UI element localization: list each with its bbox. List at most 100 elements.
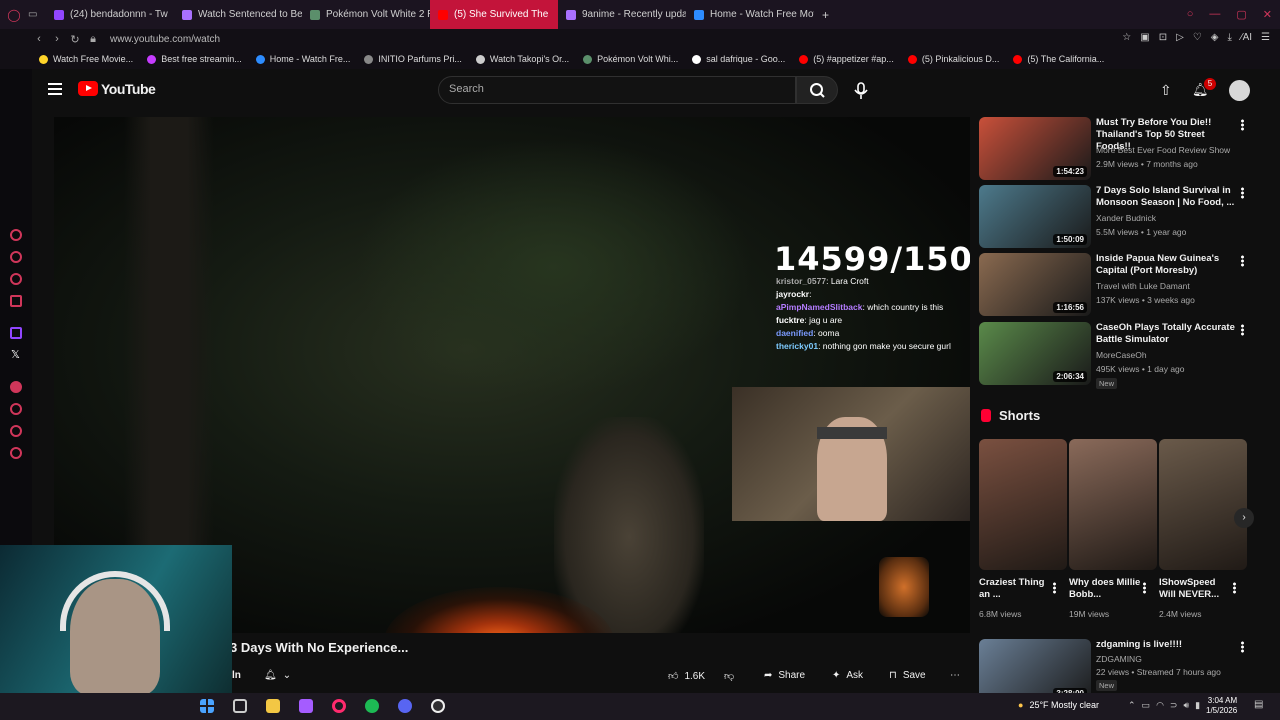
- hamburger-menu-icon[interactable]: [48, 83, 62, 95]
- maximize-button[interactable]: ▢: [1236, 8, 1246, 21]
- short-thumbnail[interactable]: [1069, 439, 1157, 570]
- bookmark-item[interactable]: Home - Watch Fre...: [251, 54, 356, 64]
- video-title[interactable]: Inside Papua New Guinea's Capital (Port …: [1096, 253, 1236, 277]
- browser-tab[interactable]: Pokémon Volt White 2 Re: [302, 0, 430, 29]
- channel-name[interactable]: Travel with Luke Damant: [1096, 281, 1190, 291]
- video-thumbnail[interactable]: 2:06:34: [979, 322, 1091, 385]
- share-button[interactable]: ➦ Share: [764, 670, 805, 681]
- microphone-icon[interactable]: ⊃: [1170, 700, 1178, 711]
- close-button[interactable]: ✕: [1263, 8, 1272, 21]
- more-options-icon[interactable]: [1241, 187, 1244, 199]
- sidebar-spotify-icon[interactable]: [10, 381, 22, 393]
- youtube-logo-text[interactable]: YouTube: [101, 81, 156, 97]
- suggested-video[interactable]: 2:06:34 CaseOh Plays Totally Accurate Bat…: [979, 322, 1259, 389]
- system-clock[interactable]: 3:04 AM 1/5/2026: [1206, 696, 1237, 716]
- download-icon[interactable]: ⤓: [1227, 32, 1231, 43]
- more-actions-icon[interactable]: ⋯: [950, 670, 960, 681]
- sidebar-mail-icon[interactable]: [10, 295, 22, 307]
- bookmark-item[interactable]: sal dafrique - Goo...: [687, 54, 790, 64]
- channel-name[interactable]: ZDGAMING: [1096, 654, 1142, 664]
- search-button[interactable]: [796, 76, 838, 104]
- forward-button[interactable]: ›: [48, 33, 66, 45]
- short-thumbnail[interactable]: [979, 439, 1067, 570]
- suggested-video[interactable]: 3:28:00 zdgaming is live!!!! ZDGAMING 22 vi…: [979, 639, 1259, 693]
- save-button[interactable]: ⊓ Save: [889, 670, 926, 681]
- voice-search-button[interactable]: [850, 82, 872, 100]
- sidebar-pin-icon[interactable]: [10, 229, 22, 241]
- upload-icon[interactable]: ⇧: [1160, 82, 1172, 99]
- short-title[interactable]: IShowSpeed Will NEVER...: [1159, 577, 1233, 601]
- sidebar-x-icon[interactable]: 𝕏: [11, 348, 20, 361]
- video-thumbnail[interactable]: 1:50:09: [979, 185, 1091, 248]
- menu-icon[interactable]: ☰: [1261, 32, 1270, 43]
- obs-icon[interactable]: [431, 699, 445, 713]
- ask-button[interactable]: ✦ Ask: [832, 670, 863, 681]
- spotify-icon[interactable]: [365, 699, 379, 713]
- video-thumbnail[interactable]: 1:54:23: [979, 117, 1091, 180]
- short-thumbnail[interactable]: [1159, 439, 1247, 570]
- channel-name-fragment[interactable]: ln: [232, 670, 241, 681]
- browser-tab[interactable]: Watch Sentenced to Be a: [174, 0, 302, 29]
- more-options-icon[interactable]: [1241, 641, 1244, 653]
- file-explorer-icon[interactable]: [266, 699, 280, 713]
- battery-icon[interactable]: ▮: [1195, 700, 1200, 711]
- bookmark-item[interactable]: Watch Free Movie...: [34, 54, 138, 64]
- screenshot-icon[interactable]: ⊡: [1159, 32, 1167, 43]
- ai-icon[interactable]: ⁄AI: [1241, 32, 1252, 43]
- bookmark-item[interactable]: (5) #appetizer #ap...: [794, 54, 899, 64]
- bookmark-icon[interactable]: ☆: [1122, 32, 1131, 43]
- chevron-right-icon[interactable]: ›: [1234, 508, 1254, 528]
- reload-button[interactable]: ↻: [66, 33, 84, 46]
- suggested-video[interactable]: 1:54:23 Must Try Before You Die!! Thailan…: [979, 117, 1259, 181]
- channel-name[interactable]: Xander Budnick: [1096, 213, 1156, 223]
- extension-icon[interactable]: ▣: [1140, 32, 1149, 43]
- video-thumbnail[interactable]: 1:16:56: [979, 253, 1091, 316]
- bookmark-item[interactable]: (5) Pinkalicious D...: [903, 54, 1005, 64]
- wifi-icon[interactable]: ◠: [1156, 700, 1164, 711]
- heart-icon[interactable]: ♡: [1193, 32, 1202, 43]
- more-options-icon[interactable]: [1053, 582, 1056, 594]
- video-title[interactable]: zdgaming is live!!!!: [1096, 639, 1236, 651]
- sidebar-bag-icon[interactable]: [10, 251, 22, 263]
- wallet-icon[interactable]: ◈: [1211, 32, 1219, 43]
- suggested-video[interactable]: 1:50:09 7 Days Solo Island Survival in Mo…: [979, 185, 1259, 249]
- task-view-icon[interactable]: [233, 699, 247, 713]
- windows-start-icon[interactable]: [200, 699, 214, 713]
- browser-tab[interactable]: (24) bendadonnn - Tw: [46, 0, 174, 29]
- sidebar-settings-icon[interactable]: [10, 447, 22, 459]
- bookmark-item[interactable]: Best free streamin...: [142, 54, 247, 64]
- sidebar-clock-icon[interactable]: [10, 403, 22, 415]
- channel-name[interactable]: More Best Ever Food Review Show: [1096, 145, 1230, 155]
- browser-tab[interactable]: (5) She Survived The: [430, 0, 558, 29]
- notifications-icon[interactable]: ▤: [1254, 699, 1263, 710]
- browser-tab[interactable]: Home - Watch Free Movie: [686, 0, 814, 29]
- more-options-icon[interactable]: [1143, 582, 1146, 594]
- sidebar-twitch-icon[interactable]: [10, 327, 22, 339]
- search-input[interactable]: Search: [438, 76, 796, 104]
- url-field[interactable]: www.youtube.com/watch: [110, 34, 220, 45]
- search-icon[interactable]: ○: [1187, 8, 1194, 21]
- browser-tab[interactable]: 9anime - Recently update: [558, 0, 686, 29]
- more-options-icon[interactable]: [1241, 324, 1244, 336]
- tab-overview-icon[interactable]: ▭: [28, 9, 46, 20]
- bookmark-item[interactable]: Watch Takopi's Or...: [471, 54, 574, 64]
- calendar-app-icon[interactable]: [299, 699, 313, 713]
- more-options-icon[interactable]: [1241, 255, 1244, 267]
- play-icon[interactable]: ▷: [1176, 32, 1184, 43]
- more-options-icon[interactable]: [1241, 119, 1244, 131]
- video-title[interactable]: 7 Days Solo Island Survival in Monsoon S…: [1096, 185, 1236, 209]
- opera-gx-icon[interactable]: [332, 699, 346, 713]
- like-button[interactable]: 👍︎ 1.6K: [668, 670, 705, 683]
- bookmark-item[interactable]: (5) The California...: [1008, 54, 1109, 64]
- weather-widget[interactable]: ● 25°F Mostly clear: [1018, 700, 1099, 710]
- suggested-video[interactable]: 1:16:56 Inside Papua New Guinea's Capital…: [979, 253, 1259, 317]
- browser-logo-icon[interactable]: ◯: [0, 8, 28, 22]
- chevron-up-icon[interactable]: ⌃: [1128, 700, 1136, 711]
- new-tab-button[interactable]: +: [814, 8, 837, 22]
- dislike-button[interactable]: 👎︎: [724, 670, 734, 682]
- display-icon[interactable]: ▭: [1142, 700, 1151, 711]
- minimize-button[interactable]: —: [1209, 8, 1220, 21]
- back-button[interactable]: ‹: [30, 33, 48, 45]
- sidebar-extensions-icon[interactable]: [10, 425, 22, 437]
- notification-bell-button[interactable]: 🔔︎ ⌄: [264, 670, 291, 681]
